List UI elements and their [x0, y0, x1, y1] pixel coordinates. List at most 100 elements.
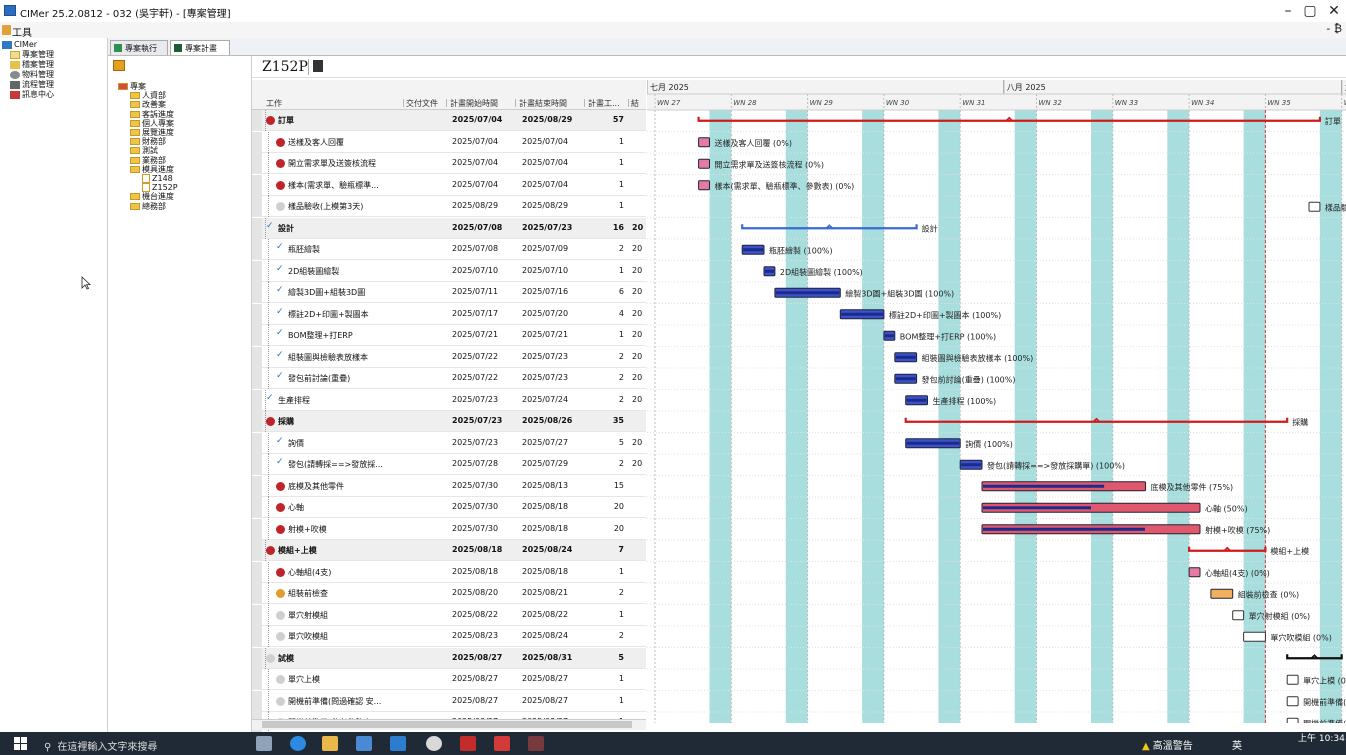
task-row[interactable]: 單穴射模組 2025/08/22 2025/08/22 1 — [252, 604, 646, 626]
task-row[interactable]: ✓ 發包(請轉採==>發放採... 2025/07/28 2025/07/29 2 20 — [252, 454, 646, 475]
task-row[interactable]: 單穴吹模組 2025/08/23 2025/08/24 2 — [252, 626, 646, 647]
app-icon-red-2[interactable] — [494, 736, 510, 751]
workflow-icon — [10, 80, 20, 89]
row-gutter — [252, 540, 262, 560]
cell-end: 2025/07/04 — [522, 136, 569, 146]
file-explorer-icon[interactable] — [322, 736, 338, 751]
task-row[interactable]: 組裝前檢查 2025/08/20 2025/08/21 2 — [252, 583, 646, 604]
col-header-duration[interactable]: 計畫工... — [588, 98, 620, 109]
week-label: WN 32 — [1039, 99, 1063, 107]
cell-name: 單穴上模 — [288, 675, 320, 684]
maximize-button[interactable]: ▢ — [1298, 0, 1322, 22]
task-row[interactable]: 開立需求單及送簽核流程 2025/07/04 2025/07/04 1 — [252, 153, 646, 174]
task-row[interactable]: ✓ 生產排程 2025/07/23 2025/07/24 2 20 — [252, 389, 646, 411]
nav-item-cimer[interactable]: CIMer — [2, 40, 37, 50]
cell-start: 2025/08/27 — [452, 674, 499, 683]
tree-node[interactable]: 客訴進度 — [130, 110, 174, 119]
nav-item-project[interactable]: 專案管理 — [10, 50, 54, 60]
windows-start-icon[interactable] — [14, 737, 28, 751]
nav-item-materials[interactable]: 物料管理 — [10, 70, 54, 80]
nav-item-archive[interactable]: 稽案管理 — [10, 60, 54, 70]
task-row[interactable]: ✓ 繪製3D圖+組裝3D圖 2025/07/11 2025/07/16 6 20 — [252, 282, 646, 303]
cell-dur: 5 — [618, 437, 624, 447]
taskbar-search[interactable]: ⚲ 在這裡輸入文字來搜尋 — [44, 735, 234, 753]
task-row[interactable]: 訂單 2025/07/04 2025/08/29 57 — [252, 110, 646, 131]
cell-dur: 5 — [618, 652, 624, 662]
toolbar-folder-icon[interactable] — [113, 60, 125, 71]
task-row[interactable]: 樣本(需求單、驗瓶標準... 2025/07/04 2025/07/04 1 — [252, 174, 646, 196]
task-row[interactable]: 射模+吹模 2025/07/30 2025/08/18 20 — [252, 518, 646, 540]
tree-node[interactable]: Z148 — [142, 174, 173, 183]
task-row[interactable]: 模組+上模 2025/08/18 2025/08/24 7 — [252, 540, 646, 561]
col-header-start[interactable]: 計畫開始時間 — [450, 98, 498, 109]
app-icon-blue[interactable] — [390, 736, 406, 751]
tree-node[interactable]: 展覽進度 — [130, 128, 174, 137]
grid-header: 工作 | 交付文件 | 計畫開始時間 | 計畫結束時間 | 計畫工... | 結 — [252, 80, 646, 110]
task-row[interactable]: ✓ 2D組裝圖繪製 2025/07/10 2025/07/10 1 20 — [252, 260, 646, 282]
task-row[interactable]: 開機前準備(問過確認 安... 2025/08/27 2025/08/27 1 — [252, 690, 646, 712]
task-row[interactable]: ✓ 瓶胚繪製 2025/07/08 2025/07/09 2 20 — [252, 239, 646, 260]
checkmark-icon: ✓ — [276, 242, 284, 252]
tree-node[interactable]: 測試 — [130, 146, 158, 155]
tree-node[interactable]: 總務部 — [130, 202, 166, 211]
task-row[interactable]: 試模 2025/08/27 2025/08/31 5 — [252, 647, 646, 669]
progress-fill — [895, 355, 916, 359]
tree-node[interactable]: 人資部 — [130, 91, 166, 100]
task-row[interactable]: ✓ 設計 2025/07/08 2025/07/23 16 20 — [252, 217, 646, 239]
col-header-deliverable[interactable]: 交付文件 — [406, 98, 438, 109]
weekend-band — [1319, 110, 1342, 723]
tray-clock[interactable]: 上午 10:34 — [1298, 734, 1345, 744]
tree-node[interactable]: 改善案 — [130, 100, 166, 109]
task-row[interactable]: 心軸組(4支) 2025/08/18 2025/08/18 1 — [252, 561, 646, 583]
status-icon — [276, 632, 285, 641]
tree-node[interactable]: 模具進度 — [130, 165, 174, 174]
task-row[interactable]: ✓ 詢價 2025/07/23 2025/07/27 5 20 — [252, 432, 646, 454]
store-icon[interactable] — [356, 736, 372, 751]
task-row[interactable]: ✓ 組裝圖與檢驗表放樣本 2025/07/22 2025/07/23 2 20 — [252, 346, 646, 368]
edge-icon[interactable] — [290, 736, 306, 751]
task-row[interactable]: 採購 2025/07/23 2025/08/26 35 — [252, 411, 646, 432]
tree-node[interactable]: Z152P — [142, 183, 178, 193]
task-row[interactable]: 心軸 2025/07/30 2025/08/18 20 — [252, 497, 646, 518]
settings-icon[interactable] — [426, 736, 442, 751]
bar-label: 心軸 (50%) — [1205, 503, 1248, 513]
menu-tools[interactable]: 工具 — [12, 24, 32, 39]
row-gutter — [252, 497, 262, 517]
progress-fill — [884, 334, 894, 338]
nav-item-workflow[interactable]: 流程管理 — [10, 80, 54, 90]
app-icon-red[interactable] — [460, 736, 476, 751]
task-row[interactable]: ✓ 標註2D+印圖+製圖本 2025/07/17 2025/07/20 4 20 — [252, 303, 646, 325]
task-row[interactable]: 單穴上模 2025/08/27 2025/08/27 1 — [252, 669, 646, 690]
tab-project-plan[interactable]: 專案計畫 — [170, 40, 230, 55]
tray-language[interactable]: 英 — [1232, 737, 1242, 752]
col-header-end[interactable]: 計畫結束時間 — [519, 98, 567, 109]
tray-warning[interactable]: ▲ 高溫警告 — [1142, 737, 1193, 752]
scrollbar-thumb[interactable] — [262, 721, 632, 728]
tree-node[interactable]: 業務部 — [130, 156, 166, 165]
cell-name: 組裝圖與檢驗表放樣本 — [288, 352, 368, 362]
app-icon-active[interactable] — [528, 736, 544, 751]
col-header-last[interactable]: 結 — [631, 98, 639, 109]
task-row[interactable]: ✓ 發包前討論(重疊) 2025/07/22 2025/07/23 2 20 — [252, 368, 646, 389]
task-row[interactable]: 樣品驗收(上模第3天) 2025/08/29 2025/08/29 1 — [252, 196, 646, 217]
tree-node[interactable]: 財務部 — [130, 137, 166, 146]
col-header-name[interactable]: 工作 — [266, 98, 282, 109]
col-separator: | — [445, 98, 448, 107]
tree-node-label: 專案 — [130, 82, 146, 91]
save-icon[interactable] — [313, 60, 323, 72]
close-button[interactable]: ✕ — [1322, 0, 1346, 22]
cell-start: 2025/07/28 — [452, 459, 499, 468]
mdi-restore-button[interactable]: - ₿ — [1326, 22, 1342, 35]
tree-node[interactable]: 機台進度 — [130, 192, 174, 201]
tab-project-execution[interactable]: 專案執行 — [110, 40, 168, 55]
tree-node[interactable]: 專案 — [118, 82, 146, 91]
minimize-button[interactable]: – — [1276, 0, 1300, 22]
nav-item-messages[interactable]: 訊息中心 — [10, 90, 54, 100]
tree-node[interactable]: 個人專案 — [130, 119, 174, 128]
cell-start: 2025/08/18 — [452, 545, 503, 554]
task-row[interactable]: ✓ BOM整理+打ERP 2025/07/21 2025/07/21 1 20 — [252, 325, 646, 346]
task-row[interactable]: 底模及其他零件 2025/07/30 2025/08/13 15 — [252, 475, 646, 497]
task-view-icon[interactable] — [256, 736, 272, 751]
task-row[interactable]: 送樣及客人回覆 2025/07/04 2025/07/04 1 — [252, 131, 646, 153]
tree-node-label: Z148 — [152, 174, 173, 183]
